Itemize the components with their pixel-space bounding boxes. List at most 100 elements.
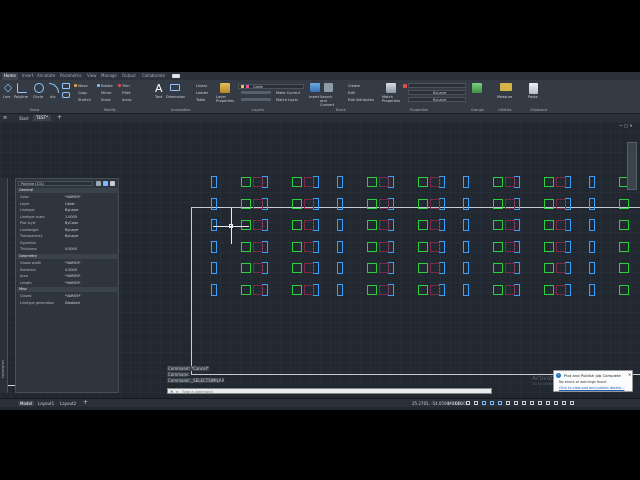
green-polyline[interactable] (367, 284, 377, 295)
property-value[interactable]: *VARIES* (65, 294, 80, 298)
blue-polyline[interactable] (337, 197, 343, 210)
green-polyline[interactable] (292, 177, 302, 187)
layer-tools-row-1[interactable] (241, 91, 271, 94)
transparency-toggle-icon[interactable] (514, 401, 518, 405)
model-tab[interactable]: Model (18, 401, 35, 406)
green-polyline[interactable] (493, 284, 503, 295)
tab-annotate[interactable]: Annotate (37, 73, 55, 78)
make-current-button[interactable]: Make Current (276, 91, 300, 95)
red-polyline[interactable] (505, 263, 515, 273)
layout1-tab[interactable]: Layout1 (38, 401, 54, 406)
tab-view[interactable]: View (87, 73, 97, 78)
green-polyline[interactable] (292, 220, 302, 230)
property-value[interactable]: ByColor (65, 221, 78, 225)
table-tool[interactable]: Table (196, 98, 205, 102)
blue-polyline[interactable] (463, 262, 469, 274)
red-polyline[interactable] (505, 284, 515, 295)
red-polyline[interactable] (379, 284, 389, 295)
measure-button[interactable]: Measure (497, 95, 512, 99)
red-polyline[interactable] (505, 241, 515, 252)
red-polyline[interactable] (430, 263, 440, 273)
red-polyline[interactable] (430, 241, 440, 252)
drawing-canvas[interactable]: — □ ✕ PROPERTIES Polyline (131) General … (0, 122, 640, 398)
misc-section-header[interactable]: Misc (17, 287, 119, 292)
blue-polyline[interactable] (211, 176, 217, 188)
blue-polyline[interactable] (211, 262, 217, 274)
blue-polyline[interactable] (463, 176, 469, 188)
green-polyline[interactable] (493, 263, 503, 273)
workspace-icon[interactable] (538, 401, 542, 405)
tab-parametric[interactable]: Parametric (60, 73, 82, 78)
rectangle-icon[interactable] (62, 83, 70, 89)
green-polyline[interactable] (418, 198, 428, 209)
array-tool[interactable]: Array (122, 98, 132, 102)
lineweight-dropdown[interactable]: ByLayer (408, 90, 466, 95)
green-polyline[interactable] (292, 284, 302, 295)
green-polyline[interactable] (367, 177, 377, 187)
edit-block-button[interactable]: Edit (348, 91, 355, 95)
red-polyline[interactable] (379, 177, 389, 187)
lineweight-toggle-icon[interactable] (506, 401, 510, 405)
green-polyline[interactable] (619, 284, 629, 295)
isolate-icon[interactable] (554, 401, 558, 405)
blue-polyline[interactable] (463, 197, 469, 210)
dimension-icon[interactable] (170, 84, 180, 91)
linetype-dropdown[interactable]: ByLayer (408, 97, 466, 102)
line-icon[interactable] (3, 83, 13, 93)
property-value[interactable]: *VARIES* (65, 195, 80, 199)
text-icon[interactable]: A (155, 82, 163, 95)
blue-polyline[interactable] (337, 240, 343, 253)
snap-toggle-icon[interactable] (474, 401, 478, 405)
green-polyline[interactable] (619, 198, 629, 209)
green-polyline[interactable] (418, 220, 428, 230)
search-convert-button[interactable]: Search and Convert (320, 95, 338, 107)
red-polyline[interactable] (304, 263, 314, 273)
match-properties-icon[interactable] (386, 83, 396, 93)
green-polyline[interactable] (493, 198, 503, 209)
property-value[interactable]: Disabled (65, 301, 80, 305)
green-polyline[interactable] (367, 241, 377, 252)
red-polyline[interactable] (556, 263, 566, 273)
arc-tool[interactable]: Arc (50, 95, 56, 99)
match-properties-button[interactable]: Match Properties (382, 95, 402, 103)
green-polyline[interactable] (493, 220, 503, 230)
customize-icon[interactable] (570, 401, 574, 405)
green-polyline[interactable] (544, 263, 554, 273)
navigation-bar[interactable] (627, 142, 637, 190)
green-polyline[interactable] (619, 241, 629, 252)
red-polyline[interactable] (253, 263, 263, 273)
property-value[interactable]: ByLayer (65, 208, 79, 212)
green-polyline[interactable] (493, 177, 503, 187)
red-polyline[interactable] (430, 284, 440, 295)
green-polyline[interactable] (241, 177, 251, 187)
polyline-tool[interactable]: Polyline (14, 95, 28, 99)
green-polyline[interactable] (241, 284, 251, 295)
fillet-tool[interactable]: Fillet (122, 91, 130, 95)
green-polyline[interactable] (619, 263, 629, 273)
command-line[interactable]: ✕ ⌕ (167, 388, 492, 394)
line-tool[interactable]: Line (3, 95, 11, 99)
red-polyline[interactable] (505, 198, 515, 209)
property-value[interactable]: 0.0000 (65, 268, 77, 272)
green-polyline[interactable] (241, 241, 251, 252)
start-tab[interactable]: Start (19, 116, 29, 121)
active-drawing-tab[interactable]: TEST* (33, 115, 51, 121)
green-polyline[interactable] (493, 241, 503, 252)
red-polyline[interactable] (304, 241, 314, 252)
layer-dropdown[interactable]: Cable (238, 84, 304, 89)
green-polyline[interactable] (619, 220, 629, 230)
green-polyline[interactable] (544, 177, 554, 187)
red-polyline[interactable] (505, 220, 515, 230)
red-polyline[interactable] (379, 198, 389, 209)
blue-polyline[interactable] (589, 240, 595, 253)
green-polyline[interactable] (367, 198, 377, 209)
green-polyline[interactable] (292, 198, 302, 209)
red-polyline[interactable] (556, 177, 566, 187)
blue-polyline[interactable] (337, 262, 343, 274)
properties-palette-strip[interactable]: PROPERTIES (0, 178, 8, 393)
grid-toggle-icon[interactable] (466, 401, 470, 405)
blue-polyline[interactable] (589, 219, 595, 231)
property-value[interactable]: *VARIES* (65, 274, 80, 278)
red-polyline[interactable] (505, 177, 515, 187)
red-polyline[interactable] (430, 220, 440, 230)
